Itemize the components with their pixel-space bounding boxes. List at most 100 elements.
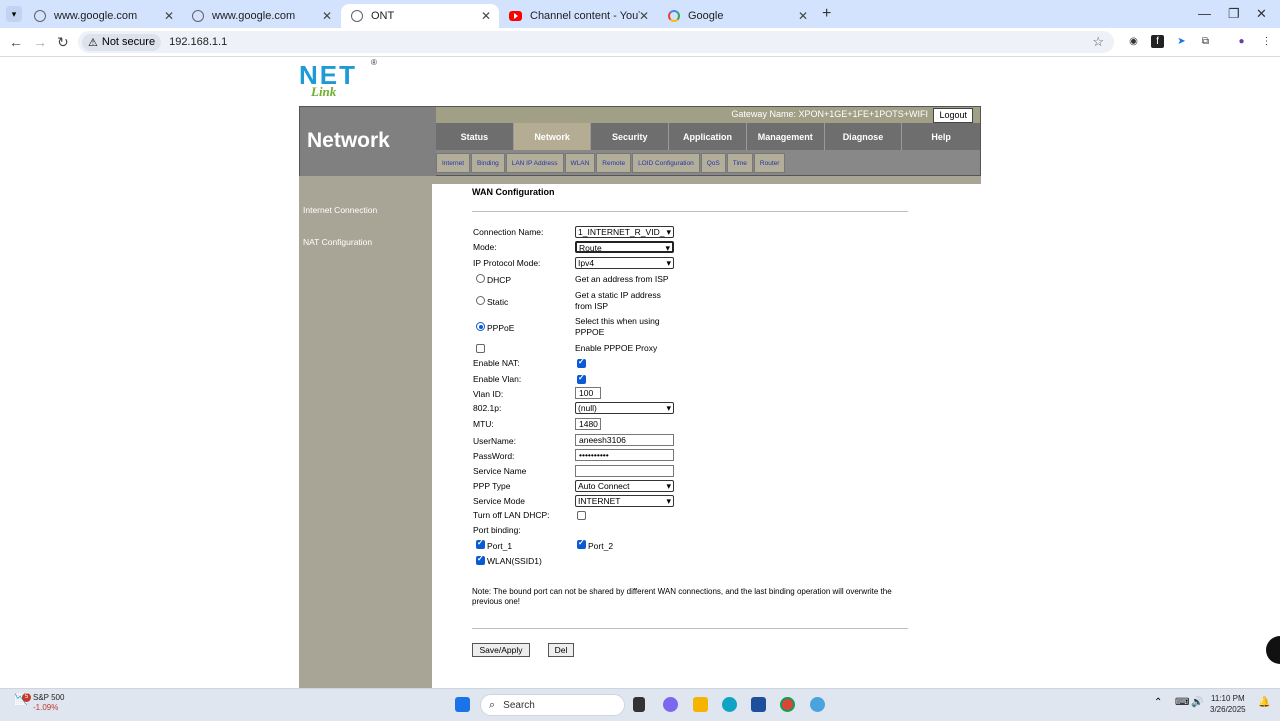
windows-taskbar: 📉 5 S&P 500 -1.09% ⌕ Search ⌃ ⌨ 🔊 11:10 … — [0, 688, 1280, 721]
window-close-icon[interactable]: ✕ — [1256, 6, 1267, 22]
static-label: Static — [487, 297, 509, 307]
close-icon[interactable]: ✕ — [481, 9, 491, 23]
network-icon[interactable]: ⌨ — [1175, 697, 1190, 712]
file-explorer-icon[interactable] — [693, 697, 708, 712]
globe-icon — [351, 10, 363, 22]
subtab-lan-ip[interactable]: LAN IP Address — [505, 153, 564, 173]
address-bar[interactable]: ⚠ Not secure 192.168.1.1 ☆ — [78, 31, 1114, 53]
mtu-input[interactable]: 1480 — [575, 418, 601, 430]
warning-icon: ⚠ — [88, 36, 98, 49]
port2-checkbox[interactable] — [577, 538, 586, 549]
tab-search-button[interactable]: ▾ — [6, 6, 22, 22]
vlan-id-input[interactable]: 100 — [575, 387, 601, 399]
tab-title: Channel content - YouTube Stu — [530, 10, 640, 22]
browser-tab[interactable]: Google ✕ — [658, 4, 816, 28]
security-label: Not secure — [101, 36, 156, 48]
tab-network[interactable]: Network — [513, 123, 592, 150]
tab-security[interactable]: Security — [591, 123, 670, 150]
menu-internet-connection[interactable]: Internet Connection — [303, 205, 377, 215]
minimize-icon[interactable]: — — [1198, 6, 1211, 21]
tab-management[interactable]: Management — [746, 123, 825, 150]
connection-name-select[interactable]: 1_INTERNET_R_VID_ — [575, 226, 674, 238]
browser-tab[interactable]: www.google.com ✕ — [182, 4, 340, 28]
del-button[interactable]: Del — [548, 643, 574, 657]
close-icon[interactable]: ✕ — [164, 9, 174, 23]
tab-title: Google — [688, 10, 724, 22]
url-text[interactable]: 192.168.1.1 — [169, 36, 227, 48]
cursor-extension-icon[interactable]: ➤ — [1175, 35, 1188, 48]
taskbar-app-icon[interactable] — [810, 697, 825, 712]
browser-tab[interactable]: Channel content - YouTube Stu ✕ — [499, 4, 657, 28]
extensions-puzzle-icon[interactable]: ⧉ — [1199, 35, 1212, 48]
close-icon[interactable]: ✕ — [639, 9, 649, 23]
edge-icon[interactable] — [722, 697, 737, 712]
ppp-type-select[interactable]: Auto Connect — [575, 480, 674, 492]
font-extension-icon[interactable]: f — [1151, 35, 1164, 48]
subtab-remote[interactable]: Remote — [596, 153, 632, 173]
password-input[interactable]: •••••••••• — [575, 449, 674, 461]
pppoe-radio[interactable] — [476, 322, 485, 331]
volume-icon[interactable]: 🔊 — [1191, 697, 1206, 712]
subtab-router[interactable]: Router — [753, 153, 786, 173]
tab-title: www.google.com — [212, 10, 296, 22]
screenshot-icon[interactable]: ◉ — [1127, 35, 1140, 48]
close-icon[interactable]: ✕ — [322, 9, 332, 23]
floating-action-button[interactable] — [1266, 636, 1280, 664]
browser-tab-active[interactable]: ONT ✕ — [341, 4, 499, 28]
ip-protocol-select[interactable]: Ipv4 — [575, 257, 674, 269]
service-mode-select[interactable]: INTERNET — [575, 495, 674, 507]
logout-button[interactable]: Logout — [933, 108, 973, 123]
turn-off-lan-dhcp-checkbox[interactable] — [577, 511, 586, 520]
tab-diagnose[interactable]: Diagnose — [824, 123, 903, 150]
kebab-menu-icon[interactable]: ⋮ — [1260, 35, 1273, 48]
profile-avatar-icon[interactable]: ● — [1235, 35, 1248, 48]
dhcp-radio[interactable] — [476, 274, 485, 283]
forward-icon[interactable]: → — [33, 34, 47, 50]
windows-start-icon[interactable] — [455, 697, 470, 712]
save-apply-button[interactable]: Save/Apply — [472, 643, 530, 657]
tab-help[interactable]: Help — [902, 123, 980, 150]
close-icon[interactable]: ✕ — [798, 9, 808, 23]
task-view-icon[interactable] — [633, 697, 645, 712]
enable-vlan-checkbox[interactable] — [577, 373, 586, 384]
section-title-area: Network — [300, 107, 436, 176]
divider — [472, 211, 908, 212]
subtab-loid[interactable]: LOID Configuration — [632, 153, 700, 173]
binding-note: Note: The bound port can not be shared b… — [472, 587, 892, 606]
notification-bell-icon[interactable]: 🔔 — [1258, 697, 1273, 712]
wlan-ssid1-checkbox[interactable] — [476, 554, 485, 565]
copilot-icon[interactable] — [663, 697, 678, 712]
username-input[interactable]: aneesh3106 — [575, 434, 674, 446]
system-clock[interactable]: 11:10 PM 3/26/2025 — [1210, 693, 1246, 715]
stock-name: S&P 500 — [33, 693, 65, 702]
maximize-icon[interactable]: ❐ — [1228, 6, 1240, 22]
reload-icon[interactable]: ↻ — [57, 34, 69, 51]
store-icon[interactable] — [751, 697, 766, 712]
subtab-time[interactable]: Time — [726, 153, 753, 173]
show-hidden-icons-icon[interactable]: ⌃ — [1154, 697, 1169, 712]
service-name-input[interactable] — [575, 465, 674, 477]
browser-tab[interactable]: www.google.com ✕ — [24, 4, 182, 28]
notification-badge: 5 — [22, 693, 31, 702]
content-top-strip — [432, 176, 981, 184]
taskbar-search[interactable]: ⌕ Search — [480, 694, 625, 716]
static-radio[interactable] — [476, 296, 485, 305]
security-chip[interactable]: ⚠ Not secure — [82, 33, 162, 51]
tab-application[interactable]: Application — [669, 123, 747, 150]
subtab-internet[interactable]: Internet — [436, 153, 471, 173]
8021p-select[interactable]: (null) — [575, 402, 674, 414]
enable-nat-checkbox[interactable] — [577, 357, 586, 368]
bookmark-star-icon[interactable]: ☆ — [1092, 34, 1104, 50]
left-menu: Internet Connection NAT Configuration — [299, 176, 432, 688]
chrome-icon[interactable] — [780, 697, 795, 712]
pppoe-proxy-checkbox[interactable] — [476, 344, 485, 353]
subtab-binding[interactable]: Binding — [471, 153, 505, 173]
port1-checkbox[interactable] — [476, 538, 485, 549]
subtab-wlan[interactable]: WLAN — [564, 153, 596, 173]
tab-status[interactable]: Status — [436, 123, 514, 150]
menu-nat-configuration[interactable]: NAT Configuration — [303, 237, 372, 247]
new-tab-button[interactable]: + — [822, 5, 831, 23]
mode-select[interactable]: Route — [575, 241, 674, 253]
back-icon[interactable]: ← — [9, 34, 23, 50]
subtab-qos[interactable]: QoS — [700, 153, 726, 173]
